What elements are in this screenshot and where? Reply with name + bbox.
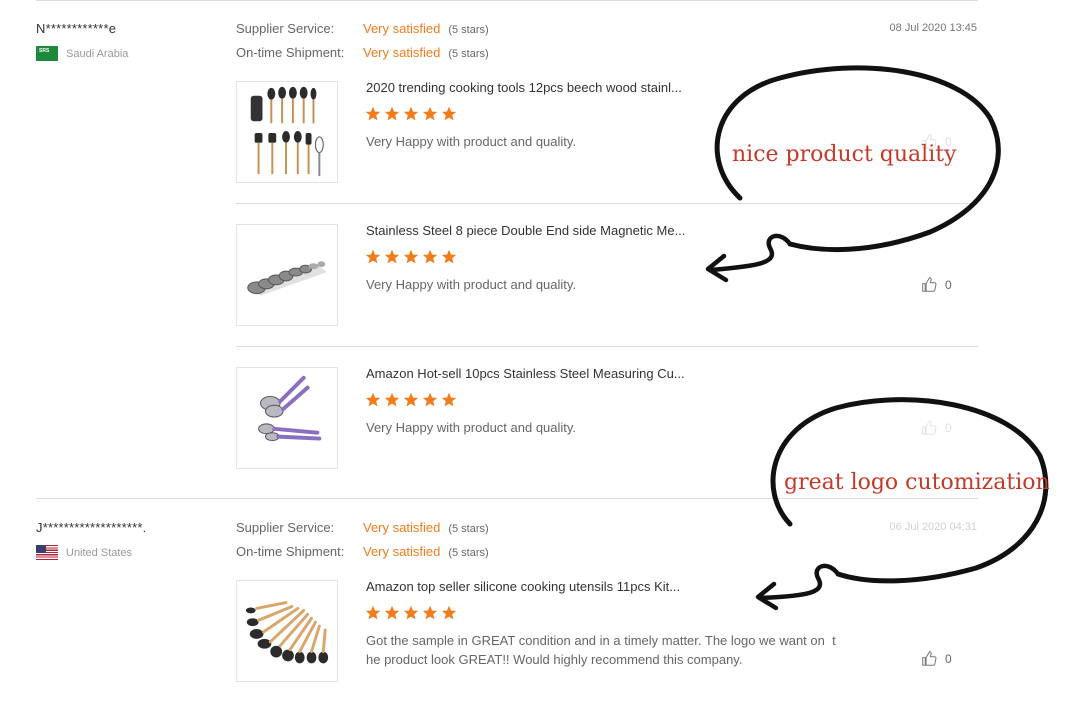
- star-icon: [422, 106, 438, 121]
- buyer-country: SRS Saudi Arabia: [36, 46, 128, 61]
- measuring-spoons-image: [247, 261, 328, 296]
- like-count: 0: [945, 277, 952, 292]
- measuring-cups-image: [258, 375, 322, 442]
- united-states-flag-icon: [36, 545, 58, 560]
- review-text: Very Happy with product and quality.: [366, 277, 577, 292]
- review-text-line: he product look GREAT!! Would highly rec…: [366, 652, 743, 667]
- thumbs-up-icon: [922, 420, 937, 435]
- product-image[interactable]: [236, 367, 338, 469]
- country-name: Saudi Arabia: [66, 47, 129, 60]
- annotation-text: nice product quality: [732, 142, 957, 167]
- buyer-name: J*******************.: [36, 520, 147, 535]
- product-title[interactable]: Amazon Hot-sell 10pcs Stainless Steel Me…: [366, 366, 685, 381]
- star-icon: [403, 249, 419, 264]
- annotation-arrow: [707, 233, 793, 273]
- rating-stars-count: (5 stars): [448, 48, 489, 60]
- product-rating-stars: [365, 392, 457, 408]
- star-icon: [365, 605, 381, 620]
- rating-label: Supplier Service:: [236, 520, 335, 535]
- rating-stars-count: (5 stars): [448, 523, 489, 535]
- like-count: 0: [945, 651, 952, 666]
- rating-label: Supplier Service:: [236, 21, 335, 36]
- star-icon: [365, 106, 381, 121]
- like-count: 0: [945, 420, 952, 435]
- star-icon: [365, 249, 381, 264]
- buyer-country: United States: [36, 545, 132, 560]
- shipment-rating: On-time Shipment: Very satisfied (5 star…: [236, 45, 489, 60]
- star-icon: [403, 605, 419, 620]
- star-icon: [384, 605, 400, 620]
- star-icon: [422, 249, 438, 264]
- product-divider: [236, 346, 978, 347]
- thumbs-up-icon: [922, 277, 937, 292]
- review-divider: [36, 498, 978, 499]
- product-divider: [236, 203, 978, 204]
- buyer-name: N************e: [36, 21, 117, 36]
- star-icon: [441, 249, 457, 264]
- saudi-arabia-flag-icon: SRS: [36, 46, 58, 61]
- star-icon: [441, 106, 457, 121]
- star-icon: [365, 392, 381, 407]
- rating-stars-count: (5 stars): [448, 547, 489, 559]
- utensil-set-image: [250, 86, 324, 177]
- review-date: 08 Jul 2020 13:45: [889, 22, 977, 34]
- product-image[interactable]: [236, 224, 338, 326]
- rating-value: Very satisfied: [363, 544, 441, 559]
- star-icon: [403, 106, 419, 121]
- rating-label: On-time Shipment:: [236, 544, 345, 559]
- product-image[interactable]: [236, 580, 338, 682]
- star-icon: [384, 249, 400, 264]
- product-rating-stars: [365, 106, 457, 122]
- like-button[interactable]: 0: [921, 419, 952, 436]
- product-image[interactable]: [236, 81, 338, 183]
- annotation-overlay: [705, 65, 1049, 611]
- like-button[interactable]: 0: [921, 276, 952, 293]
- rating-value: Very satisfied: [363, 45, 441, 60]
- product-title[interactable]: Amazon top seller silicone cooking utens…: [366, 579, 680, 594]
- thumbs-up-icon: [922, 651, 937, 666]
- review-date: 06 Jul 2020 04:31: [889, 521, 977, 533]
- supplier-service-rating: Supplier Service: Very satisfied (5 star…: [236, 520, 489, 535]
- shipment-rating: On-time Shipment: Very satisfied (5 star…: [236, 544, 489, 559]
- star-icon: [422, 605, 438, 620]
- review-text-line: Got the sample in GREAT condition and in…: [366, 633, 836, 648]
- rating-value: Very satisfied: [363, 21, 441, 36]
- star-icon: [384, 106, 400, 121]
- annotation-arrow: [757, 563, 841, 601]
- annotation-arrowhead: [755, 581, 779, 611]
- review-text: Very Happy with product and quality.: [366, 420, 577, 435]
- star-icon: [441, 392, 457, 407]
- product-title[interactable]: Stainless Steel 8 piece Double End side …: [366, 223, 685, 238]
- rating-stars-count: (5 stars): [448, 24, 489, 36]
- silicone-utensils-image: [245, 601, 329, 664]
- like-button[interactable]: 0: [921, 650, 952, 667]
- star-icon: [403, 392, 419, 407]
- rating-label: On-time Shipment:: [236, 45, 345, 60]
- product-title[interactable]: 2020 trending cooking tools 12pcs beech …: [366, 80, 682, 95]
- star-icon: [441, 605, 457, 620]
- top-divider: [36, 0, 978, 1]
- star-icon: [422, 392, 438, 407]
- star-icon: [384, 392, 400, 407]
- country-name: United States: [66, 546, 133, 559]
- rating-value: Very satisfied: [363, 520, 441, 535]
- supplier-service-rating: Supplier Service: Very satisfied (5 star…: [236, 21, 489, 36]
- product-rating-stars: [365, 249, 457, 265]
- annotation-text: great logo cutomization: [784, 470, 1050, 495]
- review-text: Got the sample in GREAT condition and in…: [366, 631, 861, 669]
- product-rating-stars: [365, 605, 457, 621]
